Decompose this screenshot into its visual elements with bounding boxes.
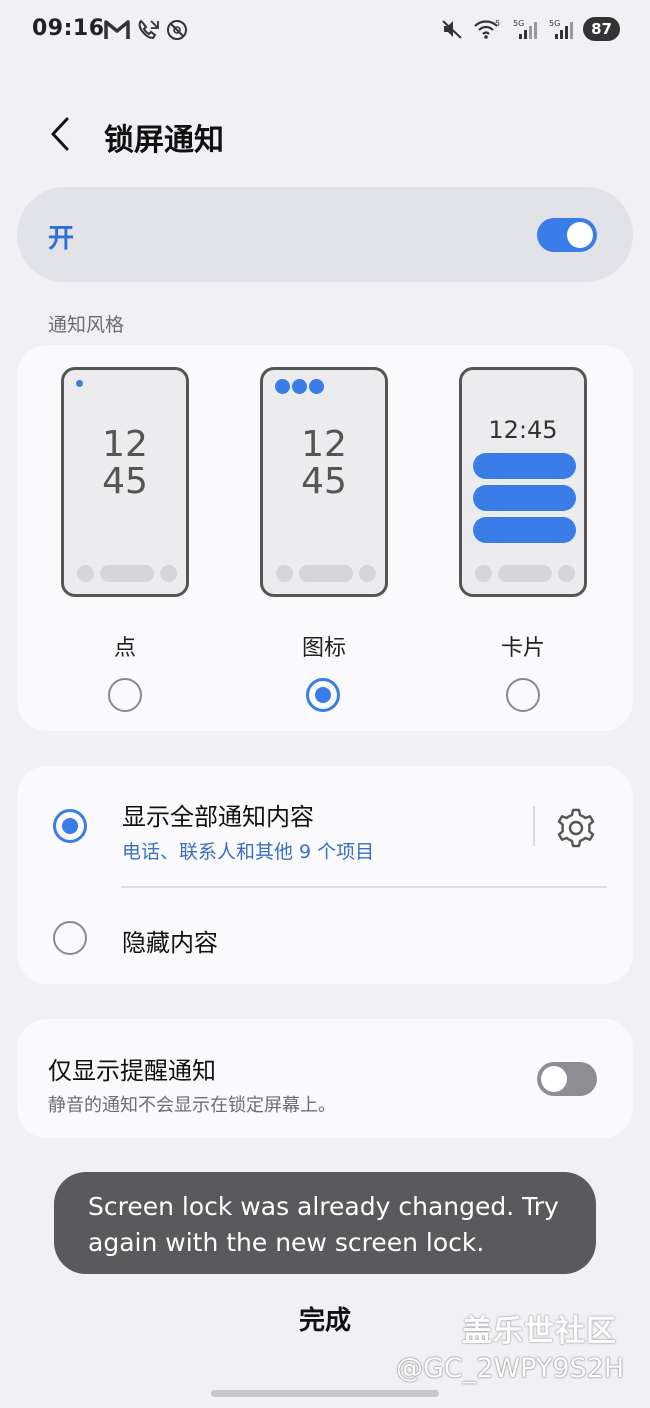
status-time: 09:16 bbox=[32, 16, 105, 41]
svg-text:5G: 5G bbox=[549, 19, 560, 28]
done-button[interactable]: 完成 bbox=[230, 1300, 420, 1344]
master-toggle[interactable] bbox=[537, 218, 597, 252]
alert-only-subtitle: 静音的通知不会显示在锁定屏幕上。 bbox=[48, 1095, 336, 1116]
hide-content-radio[interactable] bbox=[53, 921, 87, 955]
show-all-radio[interactable] bbox=[53, 809, 87, 843]
option-divider bbox=[121, 886, 607, 888]
notification-icon-dot bbox=[309, 379, 324, 394]
style-label-icon: 图标 bbox=[301, 636, 346, 661]
alert-only-title: 仅显示提醒通知 bbox=[48, 1057, 216, 1085]
alert-only-toggle[interactable] bbox=[537, 1062, 597, 1096]
toast-message: Screen lock was already changed. Try aga… bbox=[54, 1172, 596, 1274]
style-preview-dot[interactable]: 12 45 bbox=[61, 367, 189, 597]
page-title: 锁屏通知 bbox=[104, 123, 224, 158]
home-indicator[interactable] bbox=[211, 1390, 439, 1397]
toggle-knob bbox=[541, 1066, 567, 1092]
notification-card-bar bbox=[473, 453, 576, 479]
vertical-divider bbox=[533, 806, 535, 846]
style-label-dot: 点 bbox=[113, 636, 136, 661]
preview-dock bbox=[276, 565, 376, 582]
style-preview-card[interactable]: 12:45 bbox=[459, 367, 587, 597]
style-radio-card[interactable] bbox=[506, 678, 540, 712]
notification-card-bar bbox=[473, 517, 576, 543]
hide-content-title[interactable]: 隐藏内容 bbox=[122, 923, 218, 958]
toggle-knob bbox=[567, 222, 593, 248]
watermark-user: @GC_2WPY9S2H bbox=[396, 1353, 625, 1384]
notification-dot-icon bbox=[76, 380, 83, 387]
missed-call-icon bbox=[138, 19, 159, 40]
back-button[interactable] bbox=[38, 110, 82, 158]
preview-hour: 12 bbox=[301, 424, 347, 465]
chevron-left-icon bbox=[51, 117, 69, 151]
battery-indicator: 87 bbox=[583, 17, 620, 41]
content-visibility-card bbox=[17, 766, 633, 984]
preview-time: 12 45 bbox=[64, 426, 186, 500]
preview-minute: 45 bbox=[102, 461, 148, 502]
notification-icon-dot bbox=[275, 379, 290, 394]
wifi-icon: 5 bbox=[474, 19, 500, 39]
mute-icon bbox=[442, 20, 462, 39]
gear-icon bbox=[557, 808, 595, 848]
preview-dock bbox=[475, 565, 575, 582]
preview-dock bbox=[77, 565, 177, 582]
status-icons-right: 5 5G 5G 87 bbox=[441, 17, 620, 41]
svg-text:5: 5 bbox=[495, 19, 500, 28]
style-radio-dot[interactable] bbox=[108, 678, 142, 712]
preview-minute: 45 bbox=[301, 461, 347, 502]
master-switch-label: 开 bbox=[48, 224, 75, 254]
preview-hour: 12 bbox=[102, 424, 148, 465]
signal-5g-icon: 5G bbox=[549, 19, 574, 39]
style-radio-icon[interactable] bbox=[306, 678, 340, 712]
show-all-subtitle[interactable]: 电话、联系人和其他 9 个项目 bbox=[122, 837, 374, 864]
preview-time: 12 45 bbox=[263, 426, 385, 500]
section-label-style: 通知风格 bbox=[48, 314, 125, 336]
dnd-icon bbox=[167, 20, 187, 40]
notification-icon-dot bbox=[292, 379, 307, 394]
show-all-title[interactable]: 显示全部通知内容 bbox=[122, 797, 314, 832]
notification-card-bar bbox=[473, 485, 576, 511]
watermark-brand: 盖乐世社区 bbox=[462, 1314, 617, 1349]
status-icons-left bbox=[104, 18, 188, 42]
svg-text:5G: 5G bbox=[513, 19, 524, 28]
settings-button[interactable] bbox=[555, 807, 597, 849]
style-preview-icon[interactable]: 12 45 bbox=[260, 367, 388, 597]
style-label-card: 卡片 bbox=[500, 636, 545, 661]
signal-5g-icon: 5G bbox=[513, 19, 538, 39]
gmail-icon bbox=[104, 20, 130, 39]
preview-time: 12:45 bbox=[488, 416, 558, 444]
